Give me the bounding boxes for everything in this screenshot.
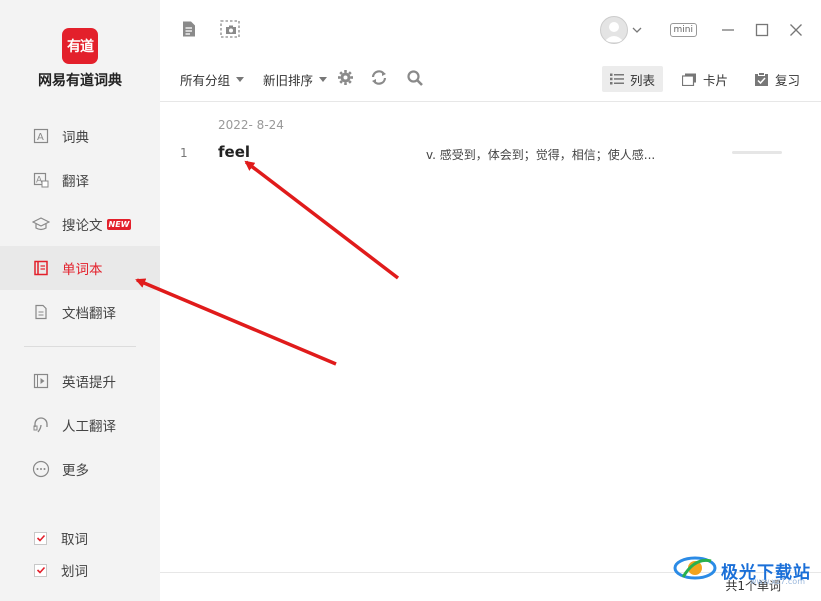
sidebar-item-more[interactable]: 更多 [0,447,160,491]
sidebar-item-label: 搜论文 [62,218,103,234]
list-icon [610,73,624,85]
search-icon[interactable] [406,69,424,91]
card-view-button[interactable]: 卡片 [674,66,736,92]
review-icon [754,71,769,87]
minimize-icon[interactable] [721,23,735,37]
familiarity-bar [732,151,782,154]
toolbar-divider [160,101,821,102]
app-name: 网易有道词典 [38,73,122,89]
screenshot-icon[interactable] [220,20,240,38]
app-logo: 有道 [62,28,98,64]
sidebar-item-label: 英语提升 [62,375,116,391]
sync-icon[interactable] [370,69,388,90]
avatar[interactable] [599,16,628,44]
select-word-label: 划词 [61,564,88,580]
wordbook-icon [32,259,50,277]
check-icon [36,566,45,574]
sidebar-item-paper-search[interactable]: 搜论文 NEW [0,202,160,246]
chevron-down-icon[interactable] [632,26,642,34]
sidebar-item-label: 单词本 [62,262,103,278]
row-word[interactable]: feel [218,143,250,161]
check-icon [36,534,45,542]
close-icon[interactable] [789,23,803,37]
document-icon [32,303,50,321]
sidebar: 有道 网易有道词典 A 词典 A 翻译 搜论文 NEW 单词本 文档翻译 英语提… [0,0,160,601]
row-index: 1 [180,146,188,160]
top-tools [180,20,240,38]
sidebar-item-label: 词典 [62,130,89,146]
capture-word-label: 取词 [61,532,88,548]
sidebar-item-label: 文档翻译 [62,306,116,322]
sidebar-item-label: 更多 [62,463,89,479]
watermark: 极光下载站 www.xz7.com [673,553,811,587]
new-badge: NEW [106,218,132,230]
sidebar-item-label: 翻译 [62,174,89,190]
table-row[interactable]: 1 feel v. 感受到，体会到；觉得，相信；使人感... [160,142,821,164]
caret-down-icon [236,77,245,82]
sort-order-label: 新旧排序 [263,73,314,88]
caret-down-icon [319,77,328,82]
sidebar-item-human-translate[interactable]: 人工翻译 [0,403,160,447]
sidebar-item-dictionary[interactable]: A 词典 [0,114,160,158]
watermark-url: www.xz7.com [749,577,805,586]
gear-icon[interactable] [337,69,354,90]
sort-order-dropdown[interactable]: 新旧排序 [263,70,328,89]
mini-mode-button[interactable]: mini [669,23,697,37]
sidebar-item-label: 人工翻译 [62,419,116,435]
toolbar: 所有分组 新旧排序 列表 卡片 复习 [160,62,821,96]
sidebar-item-document-translate[interactable]: 文档翻译 [0,290,160,334]
notes-icon[interactable] [180,20,198,38]
graduation-cap-icon [32,215,50,233]
main-panel: mini 所有分组 新旧排序 列表 卡片 复习 2022- 8-24 1 fee… [160,0,821,601]
sidebar-divider [24,346,136,347]
video-icon [32,372,50,390]
sidebar-item-translate[interactable]: A 翻译 [0,158,160,202]
maximize-icon[interactable] [755,23,769,37]
window-controls: mini [599,16,803,44]
sidebar-item-english-improve[interactable]: 英语提升 [0,359,160,403]
card-icon [682,73,697,86]
group-date: 2022- 8-24 [218,118,284,132]
group-filter-dropdown[interactable]: 所有分组 [180,70,245,89]
translate-icon: A [32,171,50,189]
capture-word-toggle[interactable]: 取词 [34,528,88,548]
review-label: 复习 [775,72,801,88]
select-word-toggle[interactable]: 划词 [34,560,88,580]
card-view-label: 卡片 [703,72,729,88]
list-view-button[interactable]: 列表 [602,66,664,92]
sidebar-item-wordbook[interactable]: 单词本 [0,246,160,290]
headset-icon [32,416,50,434]
watermark-logo-icon [673,553,717,587]
review-button[interactable]: 复习 [746,66,808,92]
dictionary-icon: A [32,127,50,145]
row-definition: v. 感受到，体会到；觉得，相信；使人感... [426,148,656,162]
list-view-label: 列表 [630,72,656,88]
svg-text:A: A [37,132,44,143]
capture-word-checkbox[interactable] [34,531,47,545]
more-icon [32,460,50,478]
group-filter-label: 所有分组 [180,73,231,88]
select-word-checkbox[interactable] [34,563,47,577]
